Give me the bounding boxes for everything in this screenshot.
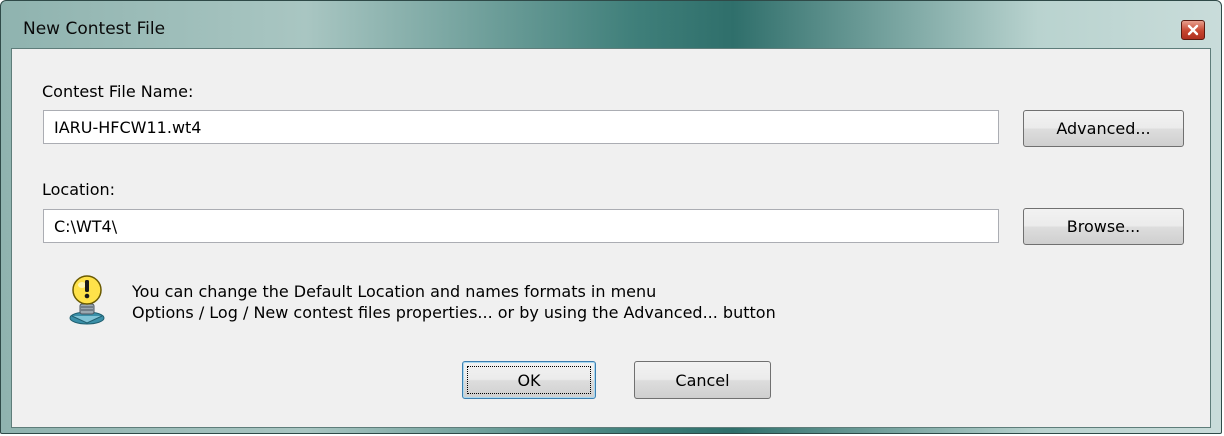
info-line-1: You can change the Default Location and … <box>132 282 657 301</box>
contest-file-name-label: Contest File Name: <box>42 82 194 101</box>
cancel-button[interactable]: Cancel <box>634 361 771 399</box>
window-title: New Contest File <box>23 19 166 39</box>
advanced-button[interactable]: Advanced... <box>1023 110 1184 147</box>
location-label: Location: <box>42 180 116 199</box>
dialog-body: Contest File Name: IARU-HFCW11.wt4 Advan… <box>11 48 1211 428</box>
contest-file-name-input[interactable]: IARU-HFCW11.wt4 <box>43 110 999 144</box>
close-icon <box>1187 24 1199 36</box>
info-message: You can change the Default Location and … <box>132 281 776 323</box>
dialog-window: New Contest File Contest File Name: IARU… <box>0 0 1222 434</box>
ok-button[interactable]: OK <box>462 361 596 399</box>
close-button[interactable] <box>1181 20 1205 40</box>
info-line-2: Options / Log / New contest files proper… <box>132 303 776 322</box>
lightbulb-info-icon <box>69 275 105 325</box>
browse-button[interactable]: Browse... <box>1023 208 1184 245</box>
location-input[interactable]: C:\WT4\ <box>43 209 999 243</box>
title-bar[interactable]: New Contest File <box>1 1 1221 47</box>
